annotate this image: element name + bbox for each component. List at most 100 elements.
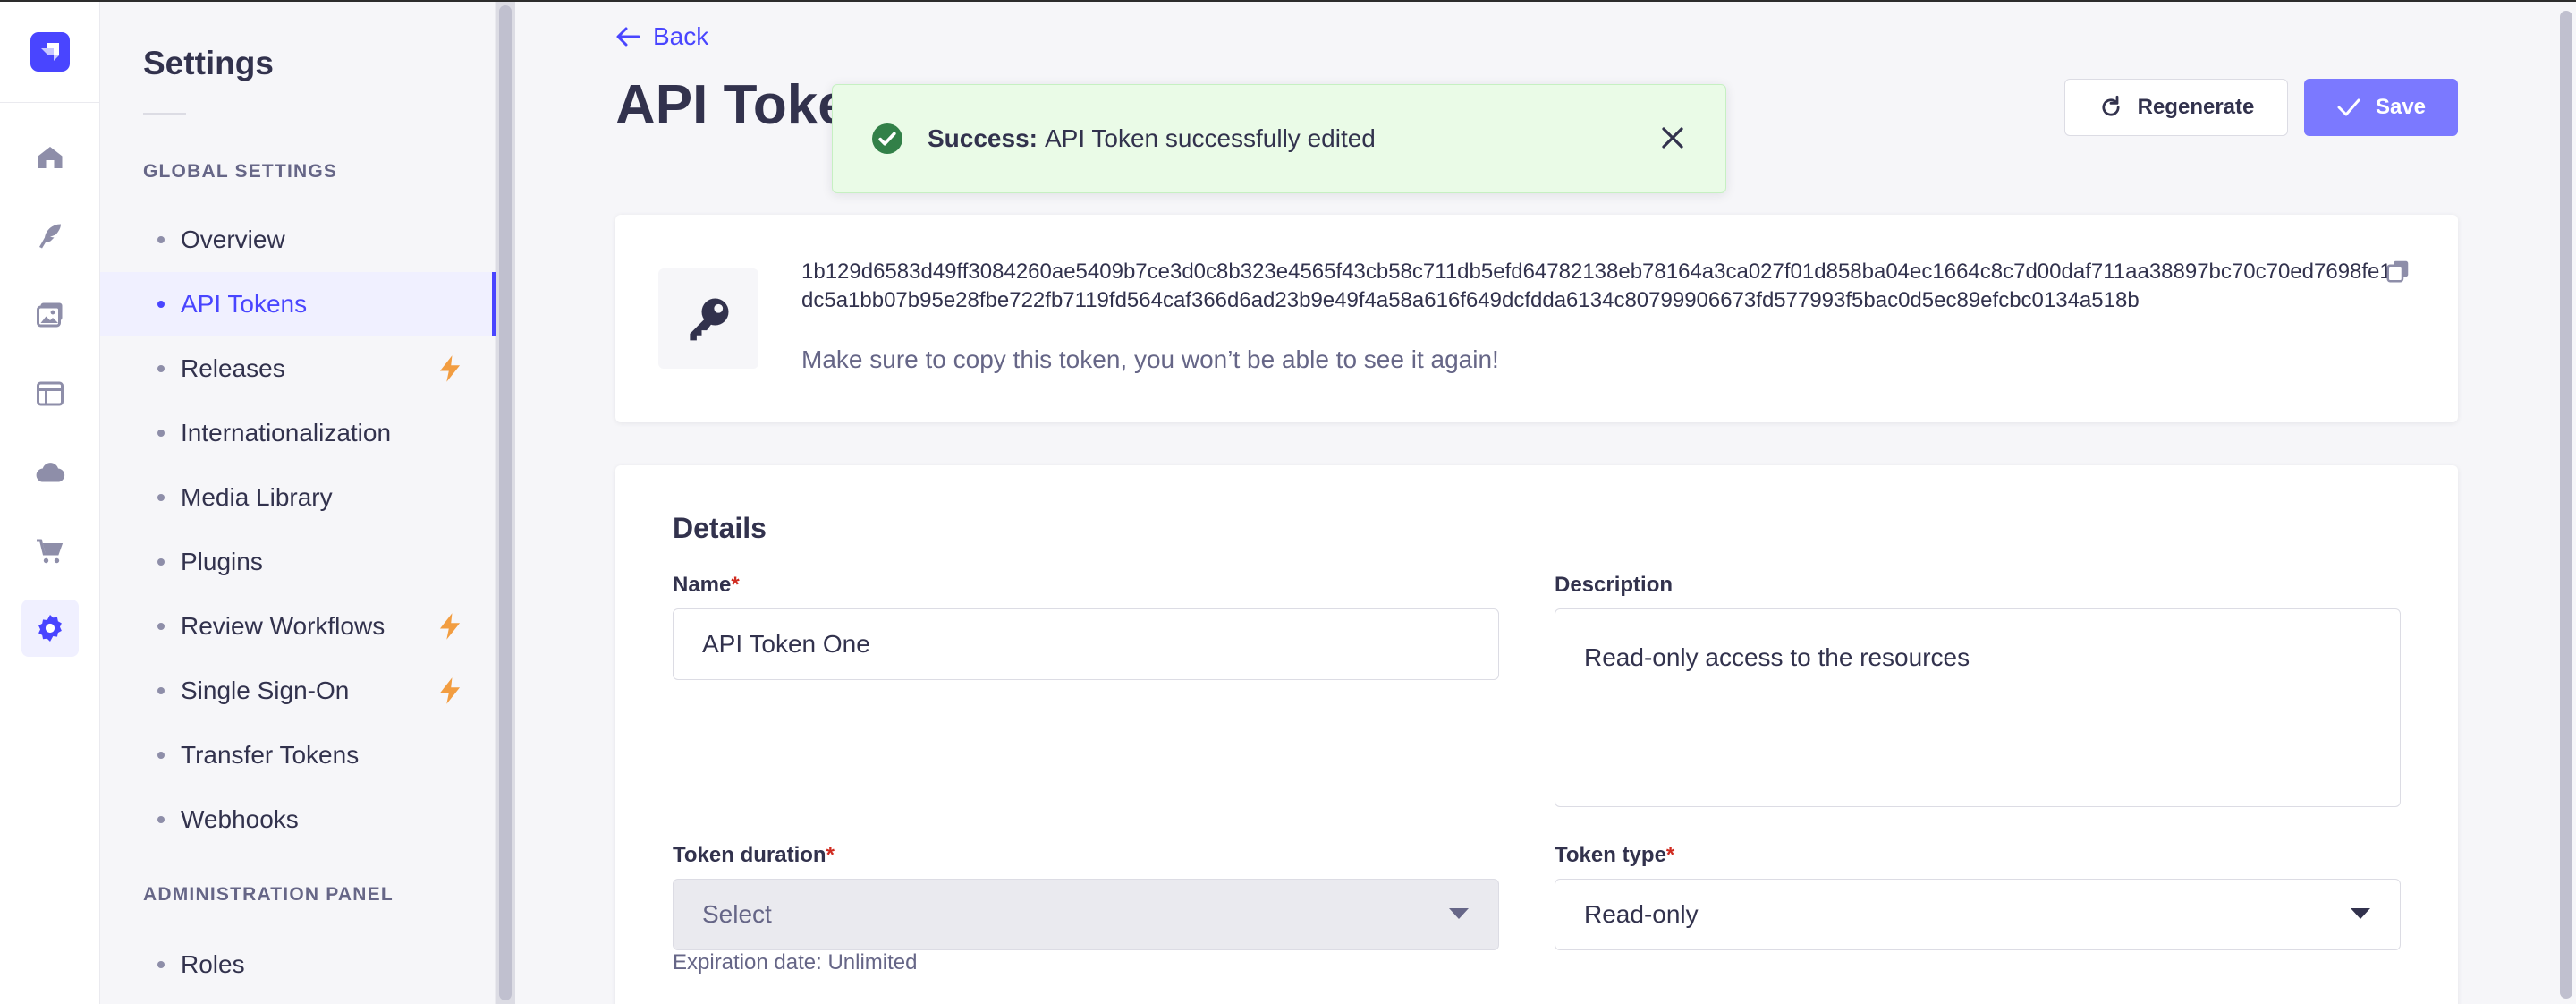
subnav-item-label: Transfer Tokens [181,741,360,769]
token-type-value: Read-only [1584,900,1699,928]
name-label-text: Name [673,573,732,597]
lightning-icon [439,677,461,704]
required-mark: * [731,573,740,597]
close-icon[interactable] [1659,124,1686,151]
name-label: Name* [673,573,740,598]
content-type-builder-icon [37,381,64,406]
subnav-item-label: Releases [181,354,285,382]
bullet-icon [157,430,165,437]
subnav-item-plugins[interactable]: Plugins [100,530,496,594]
strapi-logo-icon [41,43,59,61]
subnav-item-single-sign-on[interactable]: Single Sign-On [100,659,496,723]
bullet-icon [157,816,165,823]
description-textarea-value: Read-only access to the resources [1584,643,1970,671]
toast-title: Success: [928,124,1038,152]
description-label: Description [1555,573,1673,598]
token-type-label: Token type* [1555,843,1674,868]
bullet-icon [157,961,165,968]
caret-down-icon [1449,908,1469,919]
strapi-logo[interactable] [30,32,70,72]
subnav-item-label: Overview [181,225,285,253]
settings-icon [38,615,62,642]
rail-marketplace[interactable] [21,523,79,580]
subnav-item-media-library[interactable]: Media Library [100,465,496,530]
lightning-icon [439,355,461,382]
token-type-label-text: Token type [1555,843,1666,867]
section-label-administration-panel: Administration Panel [143,884,394,905]
subnav-scrollbar[interactable] [496,2,515,1004]
subnav-item-label: Single Sign-On [181,676,350,704]
key-icon-box [658,268,758,369]
subnav-item-label: Media Library [181,483,333,511]
rail-settings[interactable] [21,600,79,657]
caret-down-icon [2351,908,2370,919]
home-icon [38,147,63,168]
check-circle-icon [872,123,902,154]
subnav-item-label: API Tokens [181,290,308,318]
save-label: Save [2375,95,2427,119]
bullet-icon [157,752,165,759]
media-library-icon [37,302,63,328]
rail-media-library[interactable] [21,286,79,344]
arrow-left-icon [616,27,640,47]
subnav-title: Settings [143,45,274,81]
token-duration-label-text: Token duration [673,843,826,867]
subnav-item-releases[interactable]: Releases [100,336,496,401]
token-duration-value: Select [702,900,772,928]
name-input-value: API Token One [702,630,870,658]
subnav-title-divider [143,113,186,115]
subnav-item-transfer-tokens[interactable]: Transfer Tokens [100,723,496,787]
save-button[interactable]: Save [2304,79,2458,136]
rail-separator [0,102,100,103]
subnav-item-roles[interactable]: Roles [100,932,496,997]
cloud-icon [36,463,65,482]
subnav-item-internationalization[interactable]: Internationalization [100,401,496,465]
subnav-item-webhooks[interactable]: Webhooks [100,787,496,852]
subnav-item-review-workflows[interactable]: Review Workflows [100,594,496,659]
rail-content-type-builder[interactable] [21,365,79,422]
bullet-icon [157,687,165,694]
details-title: Details [673,512,767,544]
back-link[interactable]: Back [615,20,708,54]
subnav-item-api-tokens[interactable]: API Tokens [100,272,496,336]
check-icon [2337,98,2360,116]
bullet-icon [157,365,165,372]
required-mark: * [1665,843,1675,867]
expiration-hint: Expiration date: Unlimited [673,950,918,974]
subnav-scrollbar-thumb[interactable] [499,5,512,1000]
main-nav-rail [0,2,100,1004]
name-input[interactable]: API Token One [673,608,1499,680]
main-scrollbar-thumb[interactable] [2560,11,2572,999]
required-mark: * [826,843,835,867]
details-card: Details Name* API Token One Description … [615,465,2458,1004]
subnav-item-label: Internationalization [181,419,392,447]
main-scrollbar[interactable] [2556,2,2576,1004]
subnav-item-overview[interactable]: Overview [100,208,496,272]
back-label: Back [653,22,709,50]
subnav-item-label: Webhooks [181,805,299,833]
success-toast: Success: API Token successfully edited [832,84,1726,193]
token-type-select[interactable]: Read-only [1555,879,2401,950]
rail-content-manager[interactable] [21,208,79,265]
settings-subnav: Settings Global Settings Overview API To… [100,2,496,1004]
key-icon [690,298,729,341]
copy-icon[interactable] [2385,258,2411,285]
token-duration-select[interactable]: Select [673,879,1499,950]
bullet-icon [157,301,165,308]
section-label-global-settings: Global Settings [143,161,338,182]
bullet-icon [157,236,165,243]
rail-home[interactable] [21,129,79,186]
toast-message: API Token successfully edited [1044,124,1376,152]
lightning-icon [439,613,461,640]
token-value[interactable]: 1b129d6583d49ff3084260ae5409b7ce3d0c8b32… [801,258,2394,315]
token-card: 1b129d6583d49ff3084260ae5409b7ce3d0c8b32… [615,215,2458,422]
bullet-icon [157,623,165,630]
regenerate-label: Regenerate [2137,95,2255,119]
regenerate-button[interactable]: Regenerate [2064,79,2288,136]
description-textarea[interactable]: Read-only access to the resources [1555,608,2401,807]
description-label-text: Description [1555,573,1674,597]
refresh-icon [2102,95,2120,116]
subnav-item-label: Plugins [181,548,263,575]
subnav-item-label: Roles [181,950,245,978]
rail-cloud[interactable] [21,444,79,501]
